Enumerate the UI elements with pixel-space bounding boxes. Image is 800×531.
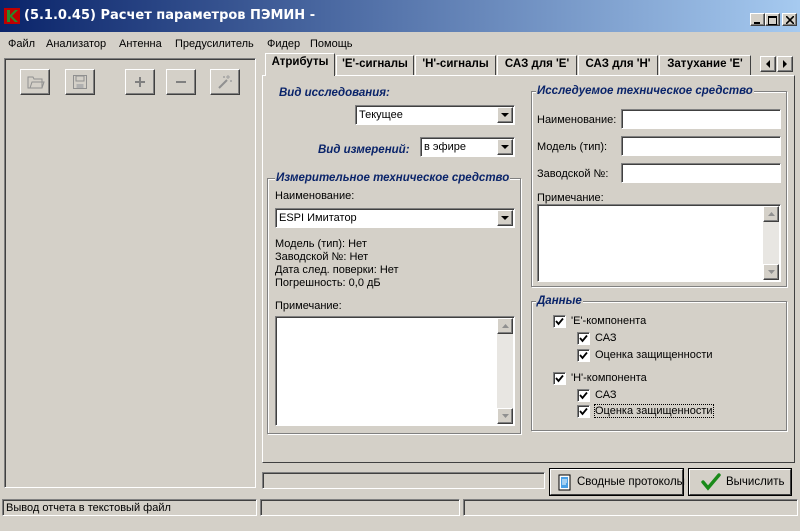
examined-serial-input[interactable] — [621, 163, 781, 183]
summary-reports-label: Сводные протоколы — [577, 476, 685, 488]
tab-attenuation-e[interactable]: Затухание 'E' — [659, 55, 751, 75]
status-bar: Вывод отчета в текстовый файл — [0, 497, 800, 517]
save-icon — [73, 75, 87, 89]
e-component-label: 'E'-компонента — [571, 315, 647, 327]
maximize-button[interactable] — [765, 13, 780, 26]
scroll-up-button[interactable] — [497, 318, 513, 334]
e-saz-checkbox[interactable] — [577, 332, 590, 345]
tab-e-signals[interactable]: 'E'-сигналы — [336, 55, 414, 75]
status-cell-3 — [463, 499, 798, 516]
measuring-device-title: Измерительное техническое средство — [275, 172, 511, 184]
tab-saz-e[interactable]: САЗ для 'E' — [497, 55, 577, 75]
e-protection-checkbox[interactable] — [577, 349, 590, 362]
h-component-checkbox[interactable] — [553, 372, 566, 385]
tab-h-signals[interactable]: 'H'-сигналы — [415, 55, 496, 75]
vertical-scrollbar[interactable] — [497, 318, 513, 424]
h-saz-checkbox[interactable] — [577, 389, 590, 402]
wizard-icon — [218, 75, 232, 89]
checkmark-icon — [555, 317, 564, 326]
checkmark-icon — [579, 407, 588, 416]
examined-name-label: Наименование: — [537, 114, 617, 126]
arrow-left-icon — [766, 60, 770, 68]
chevron-down-icon[interactable] — [497, 107, 513, 123]
title-bar: (5.1.0.45) Расчет параметров ПЭМИН - — [0, 0, 800, 32]
scroll-down-button[interactable] — [497, 408, 513, 424]
device-calibration-text: Дата след. поверки: Нет — [275, 264, 399, 276]
menu-file[interactable]: Файл — [8, 38, 35, 50]
scroll-up-button[interactable] — [763, 206, 779, 222]
examined-note-textarea[interactable] — [537, 204, 781, 282]
h-protection-checkbox[interactable] — [577, 405, 590, 418]
scroll-down-button[interactable] — [763, 264, 779, 280]
measuring-device-value: ESPI Имитатор — [279, 212, 357, 224]
h-saz-label: САЗ — [595, 389, 617, 401]
h-protection-label: Оценка защищенности — [594, 404, 714, 418]
device-serial-text: Заводской №: Нет — [275, 251, 369, 263]
calculate-button[interactable]: Вычислить — [688, 468, 792, 496]
left-panel — [4, 58, 256, 488]
minimize-button[interactable] — [750, 13, 765, 26]
status-text: Вывод отчета в текстовый файл — [6, 502, 171, 514]
tab-scroll-right-button[interactable] — [777, 56, 793, 72]
measuring-device-select[interactable]: ESPI Имитатор — [275, 208, 515, 228]
measuring-device-name-label: Наименование: — [275, 190, 355, 202]
device-model-text: Модель (тип): Нет — [275, 238, 367, 250]
e-saz-label: САЗ — [595, 332, 617, 344]
summary-reports-button[interactable]: Сводные протоколы — [549, 468, 685, 496]
examined-note-label: Примечание: — [537, 192, 604, 204]
close-button[interactable] — [782, 13, 797, 26]
checkmark-icon — [579, 351, 588, 360]
save-button[interactable] — [65, 69, 95, 95]
add-button[interactable] — [125, 69, 155, 95]
menu-feeder[interactable]: Фидер — [267, 38, 300, 50]
tab-saz-h[interactable]: САЗ для 'H' — [578, 55, 658, 75]
vertical-scrollbar[interactable] — [763, 206, 779, 280]
calculate-label: Вычислить — [726, 476, 785, 488]
e-component-checkbox[interactable] — [553, 315, 566, 328]
document-icon — [558, 474, 571, 491]
window-title: (5.1.0.45) Расчет параметров ПЭМИН - — [24, 8, 316, 23]
remove-button[interactable] — [166, 69, 196, 95]
examined-model-label: Модель (тип): — [537, 141, 608, 153]
examined-serial-label: Заводской №: — [537, 168, 609, 180]
status-cell-main: Вывод отчета в текстовый файл — [2, 499, 257, 516]
arrow-right-icon — [783, 60, 787, 68]
chevron-down-icon[interactable] — [497, 139, 513, 155]
e-protection-label: Оценка защищенности — [595, 349, 713, 361]
menu-help[interactable]: Помощь — [310, 38, 353, 50]
chevron-down-icon[interactable] — [497, 210, 513, 226]
open-folder-icon — [27, 76, 45, 89]
checkmark-icon — [555, 374, 564, 383]
plus-icon — [135, 77, 145, 87]
status-cell-2 — [260, 499, 460, 516]
checkmark-icon — [701, 473, 721, 491]
progress-bar — [262, 472, 545, 489]
measure-type-select[interactable]: в эфире — [420, 137, 515, 157]
examined-device-title: Исследуемое техническое средство — [536, 85, 754, 97]
measuring-note-label: Примечание: — [275, 300, 342, 312]
open-button[interactable] — [20, 69, 50, 95]
research-type-label: Вид исследования: — [279, 87, 390, 99]
checkmark-icon — [579, 334, 588, 343]
tab-attributes[interactable]: Атрибуты — [265, 53, 335, 76]
minus-icon — [176, 81, 186, 83]
menu-antenna[interactable]: Антенна — [119, 38, 162, 50]
h-component-label: 'H'-компонента — [571, 372, 647, 384]
measuring-note-textarea[interactable] — [275, 316, 515, 426]
examined-model-input[interactable] — [621, 136, 781, 156]
tab-scroll-left-button[interactable] — [760, 56, 776, 72]
checkmark-icon — [579, 391, 588, 400]
research-type-value: Текущее — [359, 109, 403, 121]
examined-name-input[interactable] — [621, 109, 781, 129]
device-error-text: Погрешность: 0,0 дБ — [275, 277, 381, 289]
measure-type-value: в эфире — [424, 141, 466, 153]
menu-analyzer[interactable]: Анализатор — [46, 38, 106, 50]
wizard-button[interactable] — [210, 69, 240, 95]
measure-type-label: Вид измерений: — [318, 144, 410, 156]
menu-bar: Файл Анализатор Антенна Предусилитель Фи… — [0, 34, 800, 54]
research-type-select[interactable]: Текущее — [355, 105, 515, 125]
data-group-title: Данные — [536, 295, 583, 307]
menu-preamp[interactable]: Предусилитель — [175, 38, 254, 50]
app-icon — [4, 8, 20, 24]
